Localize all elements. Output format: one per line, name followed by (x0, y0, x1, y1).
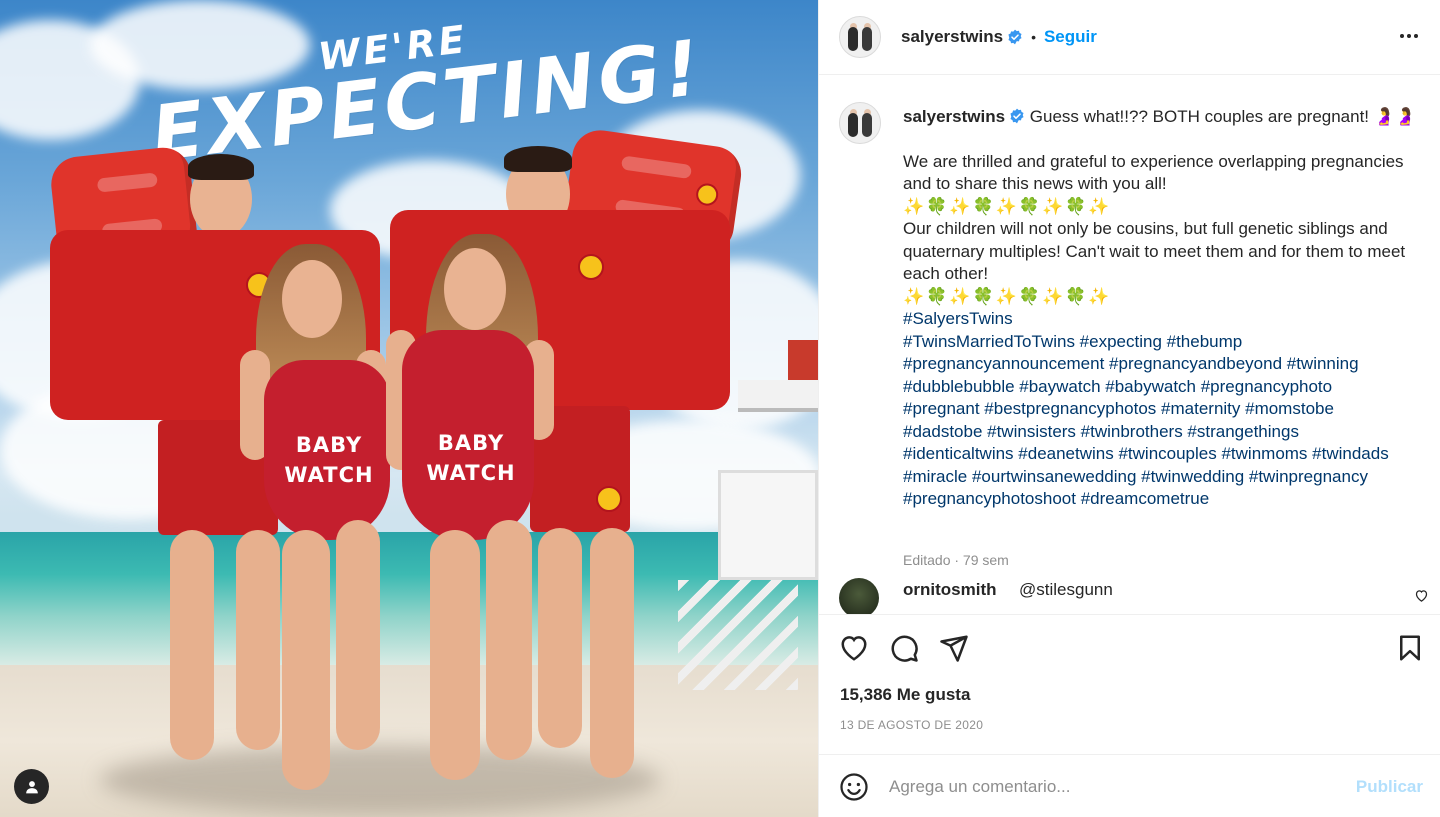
like-heart-icon[interactable] (839, 633, 869, 663)
follow-button[interactable]: Seguir (1044, 27, 1097, 47)
avatar[interactable] (839, 16, 881, 58)
hashtag-line[interactable]: #pregnant #bestpregnancyphotos #maternit… (903, 398, 1429, 421)
leg (430, 530, 480, 780)
publish-button[interactable]: Publicar (1356, 777, 1423, 797)
caption-paragraph-1: We are thrilled and grateful to experien… (903, 151, 1404, 194)
shorts-badge (596, 486, 622, 512)
hashtag-line[interactable]: #TwinsMarriedToTwins #expecting #thebump (903, 331, 1429, 354)
hair (504, 146, 572, 172)
hashtag-line[interactable]: #pregnancyphotoshoot #dreamcometrue (903, 488, 1429, 511)
leg (486, 520, 532, 760)
woman-left: BABY WATCH (238, 240, 398, 800)
share-send-icon[interactable] (939, 633, 969, 663)
tagged-users-button[interactable] (14, 769, 49, 804)
hashtag-line[interactable]: #SalyersTwins (903, 308, 1429, 331)
comments-section[interactable]: salyerstwins Guess what!!?? BOTH couples… (819, 76, 1440, 614)
separator-dot: • (1031, 29, 1036, 45)
post-header: salyerstwins • Seguir (819, 0, 1440, 75)
caption-avatar[interactable] (839, 102, 881, 144)
comment-input[interactable] (889, 773, 1329, 801)
caption-paragraph-2: Our children will not only be cousins, b… (903, 219, 1406, 283)
add-comment-bar: Publicar (819, 754, 1440, 817)
caption-first-line: Guess what!!?? BOTH couples are pregnant… (1029, 107, 1417, 126)
head (444, 248, 506, 330)
save-bookmark-icon[interactable] (1395, 633, 1425, 663)
leg (170, 530, 214, 760)
verified-badge-icon (1008, 29, 1022, 45)
swimsuit-text: BABY WATCH (426, 431, 516, 485)
emoji-row: ✨🍀✨🍀✨🍀✨🍀✨ (903, 196, 1112, 216)
leg (590, 528, 634, 778)
post-date[interactable]: 13 DE AGOSTO DE 2020 (840, 718, 983, 732)
likes-count[interactable]: 15,386 Me gusta (840, 685, 970, 705)
hashtag-line[interactable]: #dadstobe #twinsisters #twinbrothers #st… (903, 421, 1429, 444)
caption-meta: Editado · 79 sem (903, 552, 1009, 568)
post-side-panel: salyerstwins • Seguir salyerstwins Guess… (818, 0, 1440, 817)
hashtag-line[interactable]: #pregnancyannouncement #pregnancyandbeyo… (903, 353, 1429, 376)
comment-bubble-icon[interactable] (889, 633, 919, 663)
verified-badge-icon (1010, 108, 1024, 124)
caption-text: salyerstwins Guess what!!?? BOTH couples… (903, 106, 1429, 511)
comment-username[interactable]: ornitosmith (903, 580, 997, 600)
comment-text[interactable]: @stilesgunn (1019, 580, 1113, 600)
head (282, 260, 342, 338)
emoji-smiley-icon[interactable] (839, 772, 869, 802)
hair (188, 154, 254, 180)
leg (336, 520, 380, 750)
emoji-row: ✨🍀✨🍀✨🍀✨🍀✨ (903, 286, 1112, 306)
user-icon (25, 780, 38, 793)
lifeguard-badge (578, 254, 604, 280)
more-options-icon[interactable] (1397, 24, 1421, 48)
comment-row: ornitosmith @stilesgunn (839, 576, 1429, 614)
header-username[interactable]: salyerstwins (901, 27, 1003, 47)
tower-roof (738, 380, 818, 412)
leg (282, 530, 330, 790)
caption-username[interactable]: salyerstwins (903, 107, 1005, 126)
comment-avatar[interactable] (839, 578, 879, 614)
swimsuit-text: BABY WATCH (284, 433, 374, 487)
hashtag-line[interactable]: #dubblebubble #baywatch #babywatch #preg… (903, 376, 1429, 399)
woman-right: BABY WATCH (386, 230, 556, 800)
hashtag-line[interactable]: #miracle #ourtwinsanewedding #twinweddin… (903, 466, 1429, 489)
post-image[interactable]: WE'RE EXPECTING! BABY WATCH BABY WATCH (0, 0, 818, 817)
like-comment-heart-icon[interactable] (1414, 588, 1429, 603)
actions-section: 15,386 Me gusta 13 DE AGOSTO DE 2020 (819, 614, 1440, 754)
hashtag-line[interactable]: #identicaltwins #deanetwins #twincouples… (903, 443, 1429, 466)
